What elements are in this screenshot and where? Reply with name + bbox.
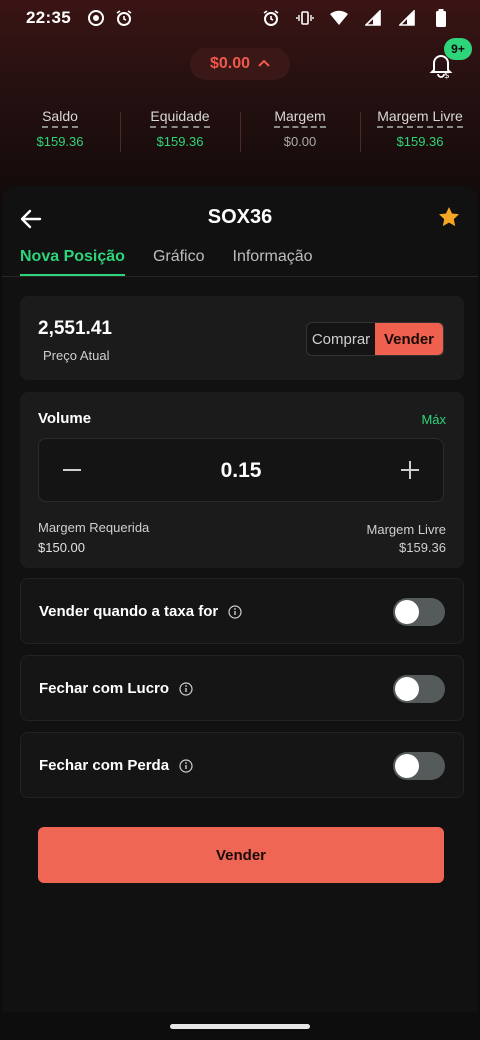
battery-icon xyxy=(430,7,452,29)
submit-sell-button[interactable]: Vender xyxy=(38,827,444,883)
clock: 22:35 xyxy=(26,8,71,27)
price-card: 2,551.41 Preço Atual Comprar Vender xyxy=(20,296,464,380)
signal-icon xyxy=(396,7,418,29)
toggle-knob xyxy=(395,677,419,701)
free-margin-label: Margem Livre xyxy=(366,522,446,537)
tab-nova-posicao[interactable]: Nova Posição xyxy=(20,248,125,276)
volume-stepper: 0.15 xyxy=(38,438,444,502)
stat-label: Saldo xyxy=(42,108,78,128)
stat-label: Equidade xyxy=(150,108,210,128)
info-icon[interactable] xyxy=(179,758,193,773)
signal-icon xyxy=(362,7,384,29)
side-selector: Comprar Vender xyxy=(306,322,444,356)
toggle-knob xyxy=(395,600,419,624)
stat-label: Margem Livre xyxy=(377,108,463,128)
svg-text:$: $ xyxy=(444,71,450,80)
tab-grafico[interactable]: Gráfico xyxy=(153,248,205,276)
current-price-label: Preço Atual xyxy=(43,348,110,363)
stat-value: $159.36 xyxy=(156,134,204,149)
alarm-icon xyxy=(113,7,135,29)
vibrate-icon xyxy=(294,7,316,29)
toggle-label: Vender quando a taxa for xyxy=(39,603,219,620)
volume-card: Volume Máx 0.15 Margem Requerida $150.00… xyxy=(20,392,464,568)
home-indicator[interactable] xyxy=(170,1024,310,1029)
sheet-header: SOX36 xyxy=(2,186,478,250)
notification-badge: 9+ xyxy=(444,38,472,60)
toggle-label: Fechar com Perda xyxy=(39,757,170,774)
toggle-row-rate: Vender quando a taxa for xyxy=(20,578,464,644)
take-profit-toggle[interactable] xyxy=(393,675,445,703)
free-margin-value: $159.36 xyxy=(399,540,446,555)
stat-margem-livre[interactable]: Margem Livre $159.36 xyxy=(360,108,480,158)
stat-margem[interactable]: Margem $0.00 xyxy=(240,108,360,158)
stat-value: $0.00 xyxy=(283,134,317,149)
bell-dollar-icon: $ xyxy=(426,55,456,84)
account-stats: Saldo $159.36 Equidade $159.36 Margem $0… xyxy=(0,108,480,158)
info-icon[interactable] xyxy=(228,604,242,619)
toggle-label: Fechar com Lucro xyxy=(39,680,170,697)
balance-value: $0.00 xyxy=(209,55,251,72)
system-nav-bar xyxy=(0,1012,480,1040)
stat-saldo[interactable]: Saldo $159.36 xyxy=(0,108,120,158)
volume-input[interactable]: 0.15 xyxy=(39,459,443,483)
stat-value: $159.36 xyxy=(36,134,84,149)
stat-equidade[interactable]: Equidade $159.36 xyxy=(120,108,240,158)
current-price: 2,551.41 xyxy=(38,318,112,339)
info-icon[interactable] xyxy=(179,681,193,696)
buy-button[interactable]: Comprar xyxy=(307,323,375,355)
favorite-button[interactable] xyxy=(438,206,460,228)
record-icon xyxy=(85,7,107,29)
sell-button[interactable]: Vender xyxy=(375,323,443,355)
toggle-row-stop-loss: Fechar com Perda xyxy=(20,732,464,798)
max-volume-button[interactable]: Máx xyxy=(421,412,446,427)
tab-bar: Nova Posição Gráfico Informação xyxy=(20,248,313,276)
toggle-row-take-profit: Fechar com Lucro xyxy=(20,655,464,721)
stop-loss-toggle[interactable] xyxy=(393,752,445,780)
toggle-knob xyxy=(395,754,419,778)
stat-value: $159.36 xyxy=(396,134,444,149)
tab-informacao[interactable]: Informação xyxy=(233,248,313,276)
required-margin-label: Margem Requerida xyxy=(38,520,150,535)
volume-label: Volume xyxy=(38,410,92,427)
alarm-icon xyxy=(260,7,282,29)
page-title: SOX36 xyxy=(207,206,273,228)
required-margin-value: $150.00 xyxy=(38,540,85,555)
divider xyxy=(2,276,478,277)
wifi-icon xyxy=(328,7,350,29)
chevron-up-icon xyxy=(258,55,270,73)
stat-label: Margem xyxy=(274,108,326,128)
status-bar: 22:35 xyxy=(0,0,480,36)
star-icon xyxy=(438,207,460,232)
plus-icon xyxy=(395,461,425,489)
rate-toggle[interactable] xyxy=(393,598,445,626)
order-sheet: SOX36 Nova Posição Gráfico Informação 2,… xyxy=(2,186,478,1014)
increment-button[interactable] xyxy=(395,455,425,485)
balance-dropdown[interactable]: $0.00 xyxy=(190,48,290,80)
